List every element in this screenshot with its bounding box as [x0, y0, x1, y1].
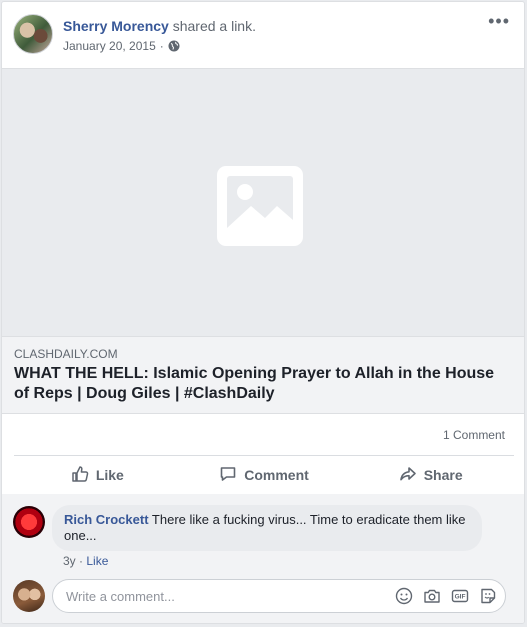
post-actions: Like Comment Share: [14, 455, 514, 495]
link-preview-image[interactable]: [2, 68, 524, 337]
svg-text:GIF: GIF: [455, 594, 466, 601]
comments-count[interactable]: 1 Comment: [443, 428, 505, 442]
emoji-icon[interactable]: [395, 587, 413, 605]
link-title[interactable]: WHAT THE HELL: Islamic Opening Prayer to…: [14, 364, 512, 404]
author-name[interactable]: Sherry Morency: [63, 18, 169, 34]
share-button[interactable]: Share: [347, 456, 514, 494]
comment-bubble-icon: [219, 465, 237, 486]
meta-separator: ·: [159, 39, 164, 53]
comment-meta-separator: ·: [79, 554, 84, 568]
current-user-avatar[interactable]: [13, 580, 45, 612]
gif-icon[interactable]: GIF: [451, 587, 469, 605]
comment-composer[interactable]: GIF: [52, 579, 506, 613]
author-line: Sherry Morency shared a link.: [63, 18, 256, 34]
comment-button[interactable]: Comment: [181, 456, 348, 494]
post-card: Sherry Morency shared a link. January 20…: [1, 1, 525, 624]
more-options-button[interactable]: •••: [488, 12, 510, 30]
comment-age[interactable]: 3y: [63, 554, 76, 568]
comment-input[interactable]: [64, 588, 368, 605]
comment-bubble: Rich Crockett There like a fucking virus…: [52, 505, 482, 551]
comment-author[interactable]: Rich Crockett: [64, 512, 149, 527]
sticker-icon[interactable]: [479, 587, 497, 605]
post-header: Sherry Morency shared a link. January 20…: [2, 2, 524, 68]
like-button[interactable]: Like: [14, 456, 181, 494]
share-label: Share: [423, 467, 463, 483]
like-label: Like: [95, 467, 124, 483]
post-date[interactable]: January 20, 2015: [63, 39, 156, 53]
share-arrow-icon: [399, 465, 417, 486]
link-domain: CLASHDAILY.COM: [14, 347, 118, 361]
post-meta: January 20, 2015 ·: [63, 39, 180, 53]
comment-label: Comment: [244, 467, 309, 483]
thumbs-up-icon: [71, 465, 89, 486]
globe-icon[interactable]: [168, 40, 180, 52]
author-avatar[interactable]: [13, 14, 53, 54]
image-placeholder-icon: [217, 166, 303, 246]
composer-icons: GIF: [395, 587, 497, 605]
comment-like-link[interactable]: Like: [86, 554, 108, 568]
comment-meta: 3y · Like: [63, 554, 108, 568]
comments-section: Rich Crockett There like a fucking virus…: [2, 494, 524, 623]
post-action-text: shared a link.: [172, 18, 256, 34]
commenter-avatar[interactable]: [13, 506, 45, 538]
link-info[interactable]: CLASHDAILY.COM WHAT THE HELL: Islamic Op…: [2, 337, 524, 414]
camera-icon[interactable]: [423, 587, 441, 605]
